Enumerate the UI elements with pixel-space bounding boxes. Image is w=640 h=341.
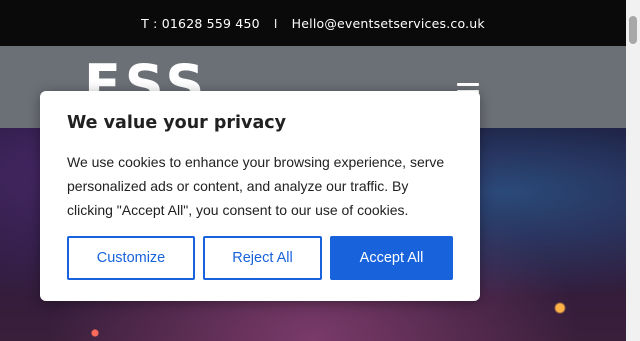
cookie-dialog-body: We use cookies to enhance your browsing … bbox=[67, 154, 445, 218]
cookie-button-row: Customize Reject All Accept All bbox=[67, 236, 453, 280]
email-link[interactable]: Hello@eventsetservices.co.uk bbox=[292, 16, 485, 31]
contact-separator: I bbox=[273, 15, 278, 31]
accept-all-button[interactable]: Accept All bbox=[330, 236, 453, 280]
phone-link[interactable]: T : 01628 559 450 bbox=[141, 16, 260, 31]
customize-button[interactable]: Customize bbox=[67, 236, 195, 280]
page-scrollbar[interactable] bbox=[626, 0, 640, 341]
cookie-dialog-title: We value your privacy bbox=[67, 113, 287, 133]
scrollbar-thumb[interactable] bbox=[629, 16, 637, 44]
menu-bar bbox=[457, 83, 479, 86]
cookie-consent-dialog: We value your privacy We use cookies to … bbox=[40, 91, 480, 301]
top-contact-bar: T : 01628 559 450 I Hello@eventsetservic… bbox=[0, 0, 626, 46]
reject-all-button[interactable]: Reject All bbox=[203, 236, 322, 280]
